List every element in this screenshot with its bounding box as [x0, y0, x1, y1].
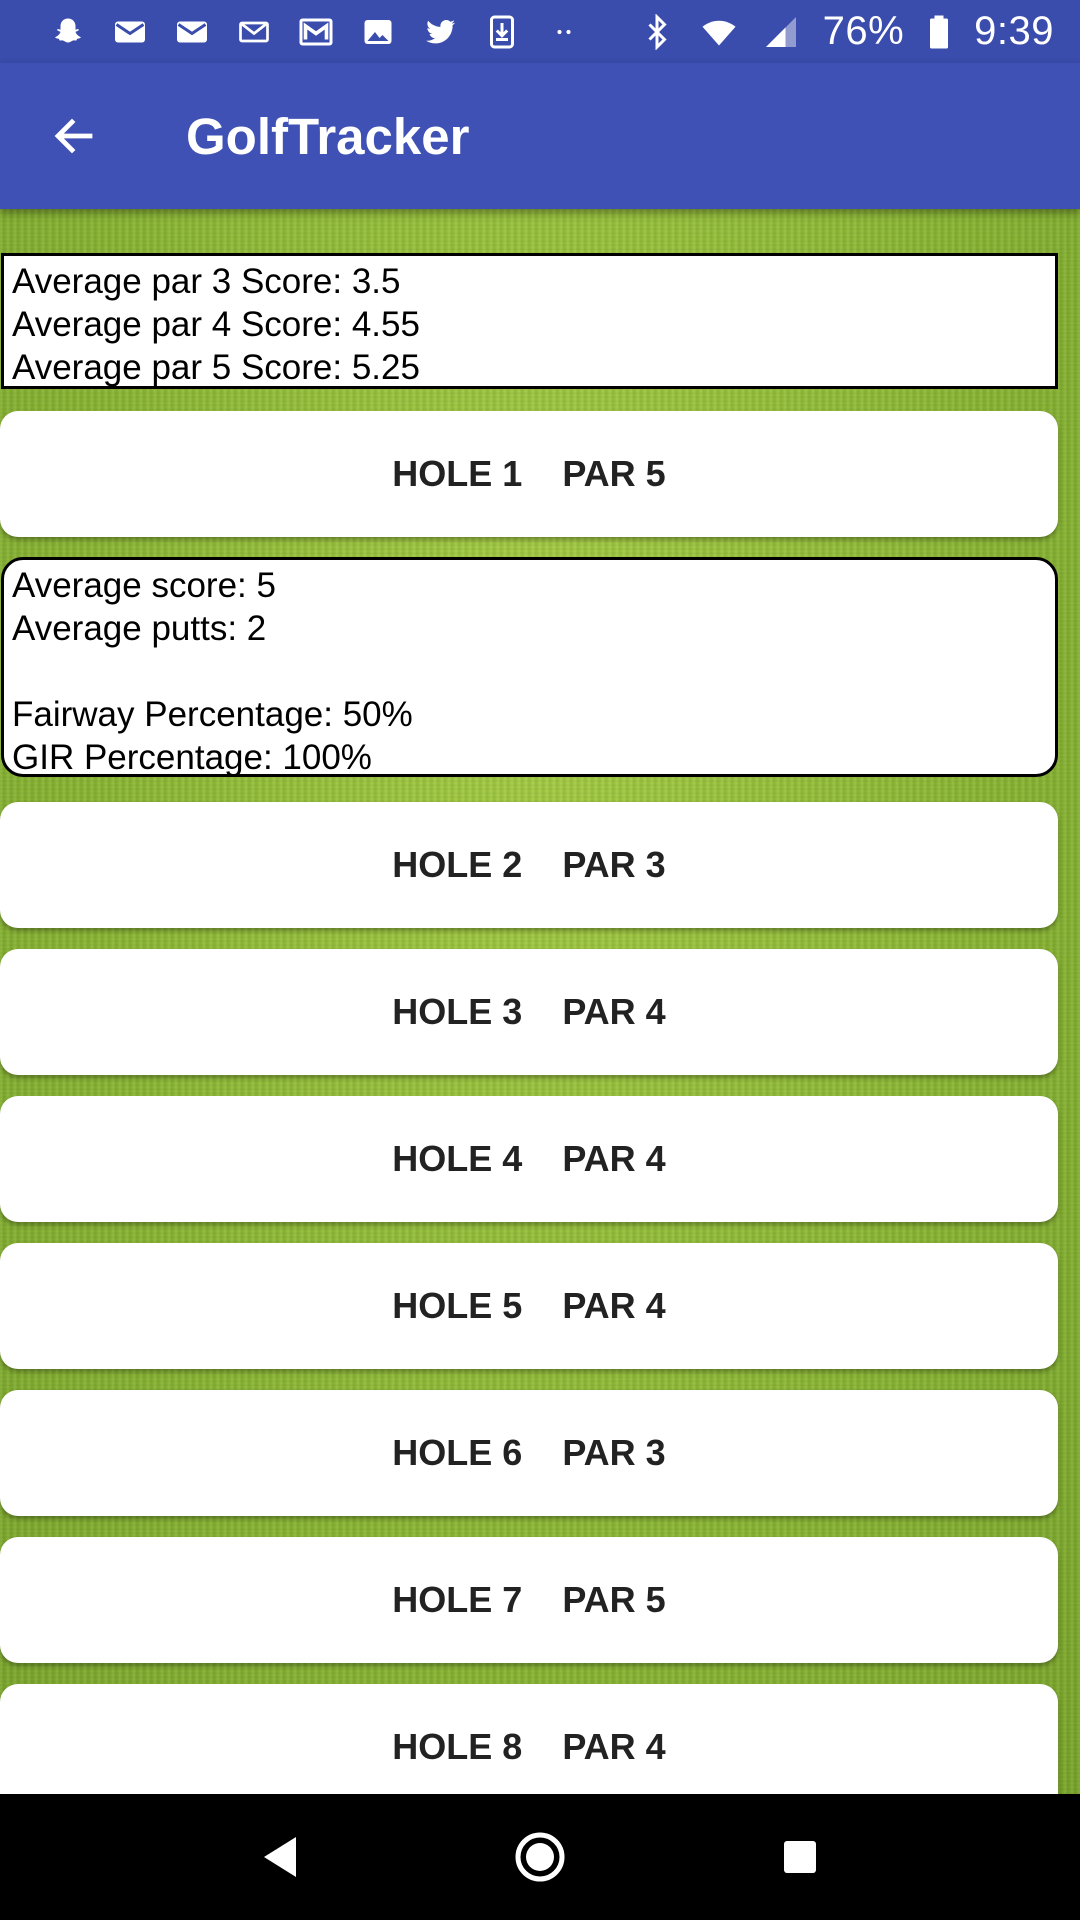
hole-label: HOLE 8 PAR 4 [392, 1726, 666, 1767]
nav-back-button[interactable] [240, 1817, 320, 1897]
image-icon [358, 14, 398, 50]
hole-7-button[interactable]: HOLE 7 PAR 5 [0, 1537, 1058, 1663]
hole-label: HOLE 3 PAR 4 [392, 991, 666, 1032]
gmail-icon [296, 14, 336, 50]
system-nav-bar [0, 1794, 1080, 1920]
cell-signal-icon [761, 14, 801, 50]
hole-label: HOLE 5 PAR 4 [392, 1285, 666, 1326]
hole-label: HOLE 7 PAR 5 [392, 1579, 666, 1620]
back-triangle-icon [260, 1835, 300, 1879]
system-status: 76% 9:39 [637, 9, 1054, 54]
email-icon [234, 14, 274, 50]
hole-2-button[interactable]: HOLE 2 PAR 3 [0, 802, 1058, 928]
par4-average: Average par 4 Score: 4.55 [12, 305, 420, 344]
hole-label: HOLE 1 PAR 5 [392, 453, 666, 494]
mail-icon [172, 14, 212, 50]
page-title: GolfTracker [186, 107, 470, 165]
mail-icon [110, 14, 150, 50]
battery-icon [926, 14, 952, 50]
snapchat-icon [48, 14, 88, 50]
more-dots-icon [544, 14, 584, 50]
hole-6-button[interactable]: HOLE 6 PAR 3 [0, 1390, 1058, 1516]
hole-3-button[interactable]: HOLE 3 PAR 4 [0, 949, 1058, 1075]
hole-label: HOLE 2 PAR 3 [392, 844, 666, 885]
par-averages-summary: Average par 3 Score: 3.5 Average par 4 S… [1, 253, 1058, 389]
average-score: Average score: 5 [12, 566, 276, 605]
hole-8-button[interactable]: HOLE 8 PAR 4 [0, 1684, 1058, 1794]
download-icon [482, 14, 522, 50]
twitter-icon [420, 14, 460, 50]
arrow-back-icon [50, 112, 98, 160]
hole-1-details: Average score: 5 Average putts: 2 Fairwa… [1, 557, 1058, 777]
notification-icons [48, 14, 584, 50]
recents-square-icon [782, 1839, 818, 1875]
hole-4-button[interactable]: HOLE 4 PAR 4 [0, 1096, 1058, 1222]
back-button[interactable] [26, 88, 122, 184]
clock: 9:39 [974, 9, 1054, 53]
home-circle-icon [514, 1831, 566, 1883]
hole-5-button[interactable]: HOLE 5 PAR 4 [0, 1243, 1058, 1369]
nav-home-button[interactable] [500, 1817, 580, 1897]
par5-average: Average par 5 Score: 5.25 [12, 348, 420, 387]
status-bar: 76% 9:39 [0, 0, 1080, 63]
hole-1-button[interactable]: HOLE 1 PAR 5 [0, 411, 1058, 537]
app-bar: GolfTracker [0, 63, 1080, 209]
gir-percentage: GIR Percentage: 100% [12, 738, 372, 777]
hole-label: HOLE 4 PAR 4 [392, 1138, 666, 1179]
fairway-percentage: Fairway Percentage: 50% [12, 695, 413, 734]
nav-recents-button[interactable] [760, 1817, 840, 1897]
battery-percent: 76% [822, 9, 905, 53]
wifi-icon [699, 14, 739, 50]
hole-list[interactable]: Average par 3 Score: 3.5 Average par 4 S… [0, 209, 1080, 1794]
average-putts: Average putts: 2 [12, 609, 267, 648]
hole-label: HOLE 6 PAR 3 [392, 1432, 666, 1473]
par3-average: Average par 3 Score: 3.5 [12, 262, 401, 301]
bluetooth-icon [637, 13, 677, 50]
